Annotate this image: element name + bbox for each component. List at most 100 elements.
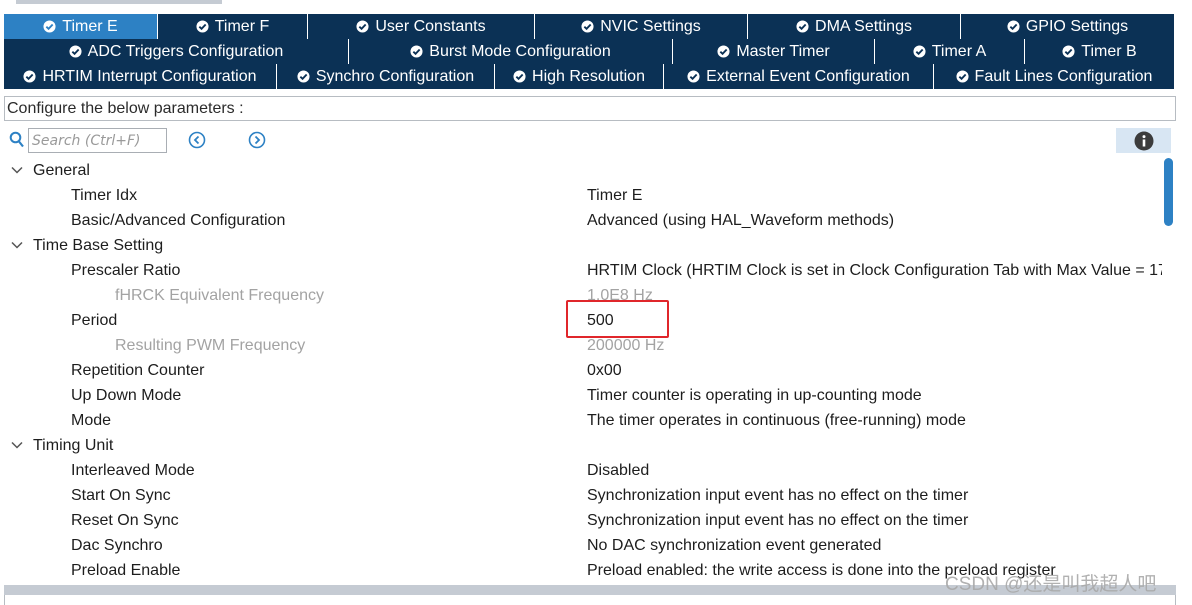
previous-icon[interactable]	[188, 131, 206, 149]
tab-nvic-settings[interactable]: NVIC Settings	[535, 14, 748, 39]
tab-label: Fault Lines Configuration	[974, 67, 1153, 85]
tab-adc-triggers[interactable]: ADC Triggers Configuration	[4, 39, 349, 64]
scrollbar-thumb[interactable]	[1164, 158, 1173, 226]
tree-group-general[interactable]: General	[0, 158, 1162, 183]
param-label: Up Down Mode	[71, 387, 182, 404]
check-icon	[297, 70, 310, 83]
tab-fault-lines[interactable]: Fault Lines Configuration	[934, 64, 1174, 89]
tab-label: Synchro Configuration	[315, 67, 475, 85]
param-value[interactable]: Synchronization input event has no effec…	[587, 483, 968, 508]
tree-group-timing-unit[interactable]: Timing Unit	[0, 433, 1162, 458]
search-icon	[9, 131, 24, 148]
param-label: Resulting PWM Frequency	[115, 337, 306, 354]
param-row-timer-idx[interactable]: Timer Idx Timer E	[0, 183, 1162, 208]
tab-label: Timer A	[931, 42, 987, 60]
tab-synchro-configuration[interactable]: Synchro Configuration	[277, 64, 495, 89]
param-value[interactable]: Disabled	[587, 458, 649, 483]
param-label: Mode	[71, 412, 112, 429]
param-row-pwm-frequency: Resulting PWM Frequency 200000 Hz	[0, 333, 1162, 358]
param-row-dac-synchro[interactable]: Dac Synchro No DAC synchronization event…	[0, 533, 1162, 558]
tab-timer-a[interactable]: Timer A	[875, 39, 1025, 64]
check-icon	[69, 45, 82, 58]
param-value[interactable]: Timer counter is operating in up-countin…	[587, 383, 922, 408]
parameter-tree: General Timer Idx Timer E Basic/Advanced…	[0, 158, 1162, 585]
tab-hrtim-interrupt[interactable]: HRTIM Interrupt Configuration	[4, 64, 277, 89]
param-label: Basic/Advanced Configuration	[71, 212, 286, 229]
param-value[interactable]: 0x00	[587, 358, 622, 383]
tab-timer-b[interactable]: Timer B	[1025, 39, 1174, 64]
tab-user-constants[interactable]: User Constants	[308, 14, 535, 39]
check-icon	[356, 20, 369, 33]
tab-label: DMA Settings	[815, 17, 912, 35]
check-icon	[23, 70, 37, 83]
check-icon	[956, 70, 969, 83]
param-label: Dac Synchro	[71, 537, 163, 554]
check-icon	[717, 45, 730, 58]
param-value[interactable]: HRTIM Clock (HRTIM Clock is set in Clock…	[587, 258, 1162, 283]
param-row-interleaved-mode[interactable]: Interleaved Mode Disabled	[0, 458, 1162, 483]
param-row-start-on-sync[interactable]: Start On Sync Synchronization input even…	[0, 483, 1162, 508]
check-icon	[43, 20, 56, 33]
param-label: Interleaved Mode	[71, 462, 195, 479]
param-value[interactable]: The timer operates in continuous (free-r…	[587, 408, 966, 433]
configure-prompt: Configure the below parameters :	[4, 96, 1176, 121]
tree-group-time-base[interactable]: Time Base Setting	[0, 233, 1162, 258]
check-icon	[196, 20, 209, 33]
tab-label: Timer F	[214, 17, 270, 35]
param-value[interactable]: 500	[587, 308, 614, 333]
tab-row-1: Timer E Timer F User Constants NVIC Sett…	[4, 14, 1174, 39]
tab-dma-settings[interactable]: DMA Settings	[748, 14, 961, 39]
chevron-down-icon[interactable]	[11, 441, 23, 450]
param-row-mode[interactable]: Mode The timer operates in continuous (f…	[0, 408, 1162, 433]
tab-gpio-settings[interactable]: GPIO Settings	[961, 14, 1174, 39]
info-button[interactable]	[1116, 128, 1171, 153]
param-row-period[interactable]: Period 500	[0, 308, 1162, 333]
tab-timer-e[interactable]: Timer E	[4, 14, 158, 39]
chevron-down-icon[interactable]	[11, 241, 23, 250]
tab-label: NVIC Settings	[600, 17, 701, 35]
tab-label: User Constants	[375, 17, 486, 35]
toolbar	[0, 126, 1192, 156]
check-icon	[513, 70, 526, 83]
param-label: Preload Enable	[71, 562, 181, 579]
param-row-basic-advanced[interactable]: Basic/Advanced Configuration Advanced (u…	[0, 208, 1162, 233]
param-label: fHRCK Equivalent Frequency	[115, 287, 324, 304]
param-value[interactable]: Timer E	[587, 183, 642, 208]
check-icon	[913, 45, 926, 58]
param-value[interactable]: No DAC synchronization event generated	[587, 533, 881, 558]
tab-label: High Resolution	[532, 67, 645, 85]
tab-master-timer[interactable]: Master Timer	[673, 39, 875, 64]
param-value: 1.0E8 Hz	[587, 287, 653, 304]
tab-timer-f[interactable]: Timer F	[158, 14, 308, 39]
tab-label: HRTIM Interrupt Configuration	[42, 67, 257, 85]
param-value[interactable]: Advanced (using HAL_Waveform methods)	[587, 208, 894, 233]
param-value[interactable]: Synchronization input event has no effec…	[587, 508, 968, 533]
tab-high-resolution[interactable]: High Resolution	[495, 64, 664, 89]
param-row-fhrck: fHRCK Equivalent Frequency 1.0E8 Hz	[0, 283, 1162, 308]
param-row-repetition-counter[interactable]: Repetition Counter 0x00	[0, 358, 1162, 383]
vertical-scrollbar[interactable]	[1163, 158, 1175, 585]
param-label: Repetition Counter	[71, 362, 205, 379]
tab-external-event[interactable]: External Event Configuration	[664, 64, 934, 89]
tab-label: GPIO Settings	[1025, 17, 1129, 35]
param-row-prescaler[interactable]: Prescaler Ratio HRTIM Clock (HRTIM Clock…	[0, 258, 1162, 283]
tab-row-2: ADC Triggers Configuration Burst Mode Co…	[4, 39, 1174, 64]
tab-label: Timer B	[1081, 42, 1137, 60]
group-label: Time Base Setting	[33, 237, 164, 254]
param-row-reset-on-sync[interactable]: Reset On Sync Synchronization input even…	[0, 508, 1162, 533]
check-icon	[796, 20, 809, 33]
param-row-up-down-mode[interactable]: Up Down Mode Timer counter is operating …	[0, 383, 1162, 408]
next-icon[interactable]	[248, 131, 266, 149]
tab-label: External Event Configuration	[706, 67, 910, 85]
tab-burst-mode[interactable]: Burst Mode Configuration	[349, 39, 673, 64]
param-label: Period	[71, 312, 118, 329]
param-label: Reset On Sync	[71, 512, 179, 529]
search-input[interactable]	[28, 128, 167, 153]
top-strip	[0, 0, 1192, 12]
info-icon	[1134, 131, 1153, 150]
group-label: Timing Unit	[33, 437, 114, 454]
check-icon	[1007, 20, 1020, 33]
tab-label: Timer E	[62, 17, 118, 35]
group-label: General	[33, 162, 90, 179]
chevron-down-icon[interactable]	[11, 166, 23, 175]
